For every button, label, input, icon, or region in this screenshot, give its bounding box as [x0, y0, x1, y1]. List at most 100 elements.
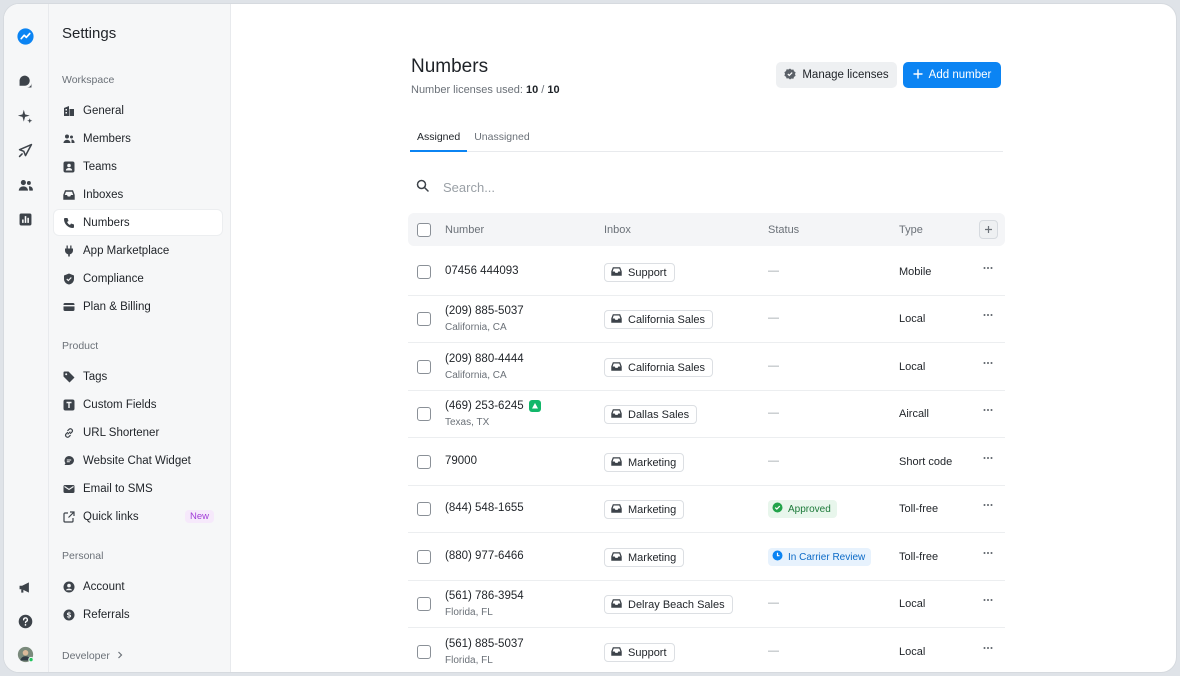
more-options-icon[interactable]	[983, 308, 993, 323]
more-options-icon[interactable]	[983, 593, 993, 608]
column-number[interactable]: Number	[445, 224, 484, 236]
table-row[interactable]: (209) 880-4444 California, CA California S…	[408, 344, 1005, 391]
search-input[interactable]	[443, 179, 743, 195]
sidebar-item-developer[interactable]: Developer	[62, 650, 124, 662]
sparkle-icon[interactable]	[15, 106, 35, 126]
sidebar-item-general[interactable]: General	[54, 98, 222, 123]
row-checkbox[interactable]	[417, 597, 431, 611]
analytics-icon[interactable]	[15, 209, 35, 229]
sidebar-item-teams[interactable]: Teams	[54, 154, 222, 179]
add-column-button[interactable]	[979, 220, 998, 239]
row-checkbox[interactable]	[417, 407, 431, 421]
sidebar-item-email-to-sms[interactable]: Email to SMS	[54, 476, 222, 501]
inbox-pill[interactable]: Support	[604, 643, 675, 662]
table-row[interactable]: (561) 885-5037 Florida, FL Support — Local	[408, 629, 1005, 672]
inbox-icon	[611, 266, 622, 280]
more-options-icon[interactable]	[983, 356, 993, 371]
sidebar-item-website-chat-widget[interactable]: Website Chat Widget	[54, 448, 222, 473]
app-logo-icon[interactable]	[15, 26, 35, 46]
column-type[interactable]: Type	[899, 224, 923, 236]
inbox-pill[interactable]: Dallas Sales	[604, 405, 698, 424]
more-options-icon[interactable]	[983, 546, 993, 561]
table-row[interactable]: (844) 548-1655 Marketing Approved Toll-free	[408, 486, 1005, 533]
number-location: Texas, TX	[445, 417, 490, 428]
tab-assigned[interactable]: Assigned	[410, 125, 468, 152]
more-options-icon[interactable]	[983, 451, 993, 466]
column-status[interactable]: Status	[768, 224, 799, 236]
row-checkbox[interactable]	[417, 312, 431, 326]
status-badge: Approved	[768, 500, 837, 518]
sidebar-item-members[interactable]: Members	[54, 126, 222, 151]
inbox-pill[interactable]: Delray Beach Sales	[604, 595, 733, 614]
inbox-icon	[611, 361, 622, 375]
inbox-pill[interactable]: Marketing	[604, 500, 685, 519]
inbox-pill[interactable]: Marketing	[604, 548, 685, 567]
tab-unassigned[interactable]: Unassigned	[467, 125, 536, 152]
inbox-icon	[611, 503, 622, 517]
row-checkbox[interactable]	[417, 645, 431, 659]
personal-section-label: Personal	[62, 550, 104, 562]
sidebar-item-compliance[interactable]: Compliance	[54, 266, 222, 291]
add-number-button[interactable]: Add number	[903, 62, 1001, 88]
inbox-pill[interactable]: Support	[604, 263, 675, 282]
sidebar-item-custom-fields[interactable]: Custom Fields	[54, 392, 222, 417]
plus-icon	[912, 68, 923, 82]
user-avatar[interactable]	[15, 644, 35, 664]
inbox-icon	[611, 646, 622, 660]
sidebar-title: Settings	[62, 25, 117, 42]
inbox-pill[interactable]: California Sales	[604, 310, 714, 329]
more-options-icon[interactable]	[983, 498, 993, 513]
phone-number: (469) 253-6245	[445, 400, 541, 412]
table-row[interactable]: (880) 977-6466 Marketing In Carrier Review…	[408, 534, 1005, 581]
phone-number: (880) 977-6466	[445, 550, 524, 562]
help-icon[interactable]	[15, 611, 35, 631]
more-options-icon[interactable]	[983, 261, 993, 276]
inbox-icon	[611, 456, 622, 470]
row-checkbox[interactable]	[417, 550, 431, 564]
table-row[interactable]: 79000 Marketing — Short code	[408, 439, 1005, 486]
sidebar-item-quick-links[interactable]: Quick links New	[54, 504, 222, 529]
row-checkbox[interactable]	[417, 265, 431, 279]
more-options-icon[interactable]	[983, 641, 993, 656]
more-options-icon[interactable]	[983, 403, 993, 418]
table-row[interactable]: (561) 786-3954 Florida, FL Delray Beach Sa…	[408, 581, 1005, 628]
search-icon	[416, 179, 429, 195]
phone-number: 79000	[445, 455, 477, 467]
new-badge: New	[184, 510, 214, 523]
inbox-pill[interactable]: Marketing	[604, 453, 685, 472]
table-row[interactable]: 07456 444093 Support — Mobile	[408, 249, 1005, 296]
sidebar-item-referrals[interactable]: $ Referrals	[54, 602, 222, 627]
megaphone-icon[interactable]	[15, 577, 35, 597]
account-icon	[62, 580, 75, 593]
select-all-checkbox[interactable]	[417, 223, 431, 237]
sidebar-item-url-shortener[interactable]: URL Shortener	[54, 420, 222, 445]
settings-sidebar: Settings Workspace General Members Teams…	[49, 4, 231, 672]
inbox-icon	[62, 188, 75, 201]
rocket-icon[interactable]	[15, 140, 35, 160]
sidebar-item-plan-billing[interactable]: Plan & Billing	[54, 294, 222, 319]
table-row[interactable]: (209) 885-5037 California, CA California S…	[408, 296, 1005, 343]
manage-licenses-button[interactable]: Manage licenses	[776, 62, 897, 88]
table-row[interactable]: (469) 253-6245 Texas, TX Dallas Sales — Airc…	[408, 391, 1005, 438]
number-location: California, CA	[445, 370, 507, 381]
shield-icon	[62, 272, 75, 285]
number-type: Toll-free	[899, 551, 939, 563]
row-checkbox[interactable]	[417, 502, 431, 516]
status-empty: —	[768, 455, 779, 467]
sidebar-item-numbers[interactable]: Numbers	[54, 210, 222, 235]
main-content: Numbers Number licenses used: 10 / 10 Ma…	[231, 4, 1176, 672]
contacts-icon[interactable]	[15, 175, 35, 195]
inbox-icon	[611, 313, 622, 327]
sidebar-item-inboxes[interactable]: Inboxes	[54, 182, 222, 207]
inbox-pill[interactable]: California Sales	[604, 358, 714, 377]
email-icon	[62, 482, 75, 495]
sidebar-item-account[interactable]: Account	[54, 574, 222, 599]
tag-icon	[62, 370, 75, 383]
row-checkbox[interactable]	[417, 360, 431, 374]
number-type: Short code	[899, 456, 953, 468]
sidebar-item-app-marketplace[interactable]: App Marketplace	[54, 238, 222, 263]
chat-bubbles-icon[interactable]	[15, 71, 35, 91]
column-inbox[interactable]: Inbox	[604, 224, 631, 236]
row-checkbox[interactable]	[417, 455, 431, 469]
sidebar-item-tags[interactable]: Tags	[54, 364, 222, 389]
